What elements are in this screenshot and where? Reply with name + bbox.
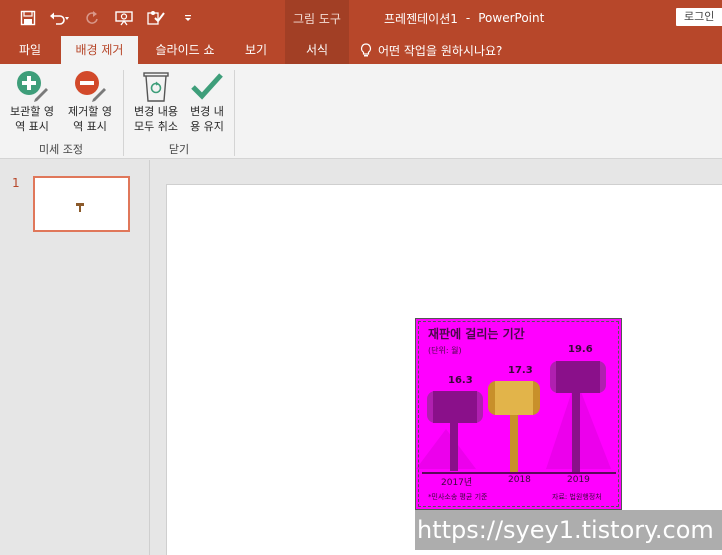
tab-background-removal[interactable]: 배경 제거: [61, 36, 138, 64]
slide-thumbnail[interactable]: [33, 176, 130, 232]
minus-pencil-icon: [75, 71, 106, 102]
save-icon: [20, 10, 36, 26]
picture-value: 16.3: [448, 375, 473, 386]
dropdown-icon: [185, 15, 191, 21]
ribbon-separator: [123, 70, 124, 156]
tab-file[interactable]: 파일: [0, 36, 60, 64]
discard-all-changes-button[interactable]: 변경 내용 모두 취소: [128, 68, 184, 134]
tab-format[interactable]: 서식: [285, 36, 349, 64]
picture-year: 2017년: [441, 478, 473, 488]
picture-value: 17.3: [508, 365, 533, 376]
picture-tools-context-label: 그림 도구: [285, 0, 349, 36]
keep-changes-button[interactable]: 변경 내 용 유지: [184, 68, 230, 134]
tell-me-text: 어떤 작업을 원하시나요?: [378, 43, 503, 58]
customize-qat-button[interactable]: [174, 6, 202, 30]
picture-value: 19.6: [568, 344, 593, 355]
slide-thumbnail-pane: 1: [0, 160, 150, 555]
title-separator: -: [465, 11, 471, 25]
mark-areas-to-keep-button[interactable]: 보관할 영 역 표시: [4, 68, 60, 134]
save-button[interactable]: [14, 6, 42, 30]
discard-label-line1: 변경 내용: [134, 105, 178, 118]
tab-view[interactable]: 보기: [232, 36, 280, 64]
recycle-bin-icon: [143, 72, 169, 102]
tell-me-box[interactable]: 어떤 작업을 원하시나요?: [360, 36, 502, 64]
group-label-refine: 미세 조정: [39, 143, 83, 156]
redo-icon: [86, 11, 98, 24]
picture-footnote: *민사소송 평균 기준: [428, 493, 488, 501]
keep-changes-label-line1: 변경 내: [190, 105, 224, 118]
picture-unit: (단위: 월): [428, 346, 462, 355]
lightbulb-icon: [360, 42, 372, 56]
title-bar: 그림 도구 프레젠테이션1 - PowerPoint 로그인: [0, 0, 722, 36]
quick-access-toolbar: [14, 6, 202, 30]
keep-changes-label-line2: 용 유지: [190, 120, 224, 133]
redo-button[interactable]: [78, 6, 106, 30]
picture-title: 재판에 걸리는 기간: [428, 327, 525, 341]
remove-label-line1: 제거할 영: [68, 105, 112, 118]
undo-button[interactable]: [46, 6, 74, 30]
picture-source: 자료: 법원행정처: [552, 493, 602, 501]
powerpoint-window: 그림 도구 프레젠테이션1 - PowerPoint 로그인 파일 배경 제거 …: [0, 0, 722, 555]
blog-watermark: https://syey1.tistory.com: [415, 510, 722, 550]
selected-picture[interactable]: 재판에 걸리는 기간 (단위: 월) 16.3 17.3 19.6 2017년 …: [415, 318, 622, 510]
document-name: 프레젠테이션1: [384, 11, 458, 26]
remove-label-line2: 역 표시: [73, 120, 107, 133]
plus-pencil-icon: [17, 71, 48, 102]
picture-year: 2019: [567, 475, 590, 485]
ribbon: 보관할 영 역 표시 제거할 영 역 표시 미세 조정 변경 내용 모두 취소 …: [0, 64, 722, 159]
slideshow-icon: [115, 11, 133, 26]
login-button[interactable]: 로그인: [676, 8, 722, 26]
ribbon-separator: [234, 70, 235, 156]
keep-label-line2: 역 표시: [15, 120, 49, 133]
tab-slide-show[interactable]: 슬라이드 쇼: [140, 36, 230, 64]
document-title: 프레젠테이션1 - PowerPoint: [384, 0, 544, 36]
touch-mode-button[interactable]: [142, 6, 170, 30]
group-label-close: 닫기: [168, 143, 190, 156]
app-name: PowerPoint: [478, 11, 545, 25]
discard-label-line2: 모두 취소: [134, 120, 178, 133]
checklist-icon: [147, 11, 165, 25]
undo-icon: [50, 12, 69, 25]
keep-label-line1: 보관할 영: [10, 105, 54, 118]
present-from-start-button[interactable]: [110, 6, 138, 30]
picture-year: 2018: [508, 475, 531, 485]
checkmark-icon: [191, 73, 223, 100]
gavel-thumbnail-icon: [76, 203, 84, 212]
ribbon-tabs: 파일 배경 제거 슬라이드 쇼 보기 서식 어떤 작업을 원하시나요?: [0, 36, 722, 64]
slide-number: 1: [12, 176, 20, 190]
mark-areas-to-remove-button[interactable]: 제거할 영 역 표시: [62, 68, 118, 134]
